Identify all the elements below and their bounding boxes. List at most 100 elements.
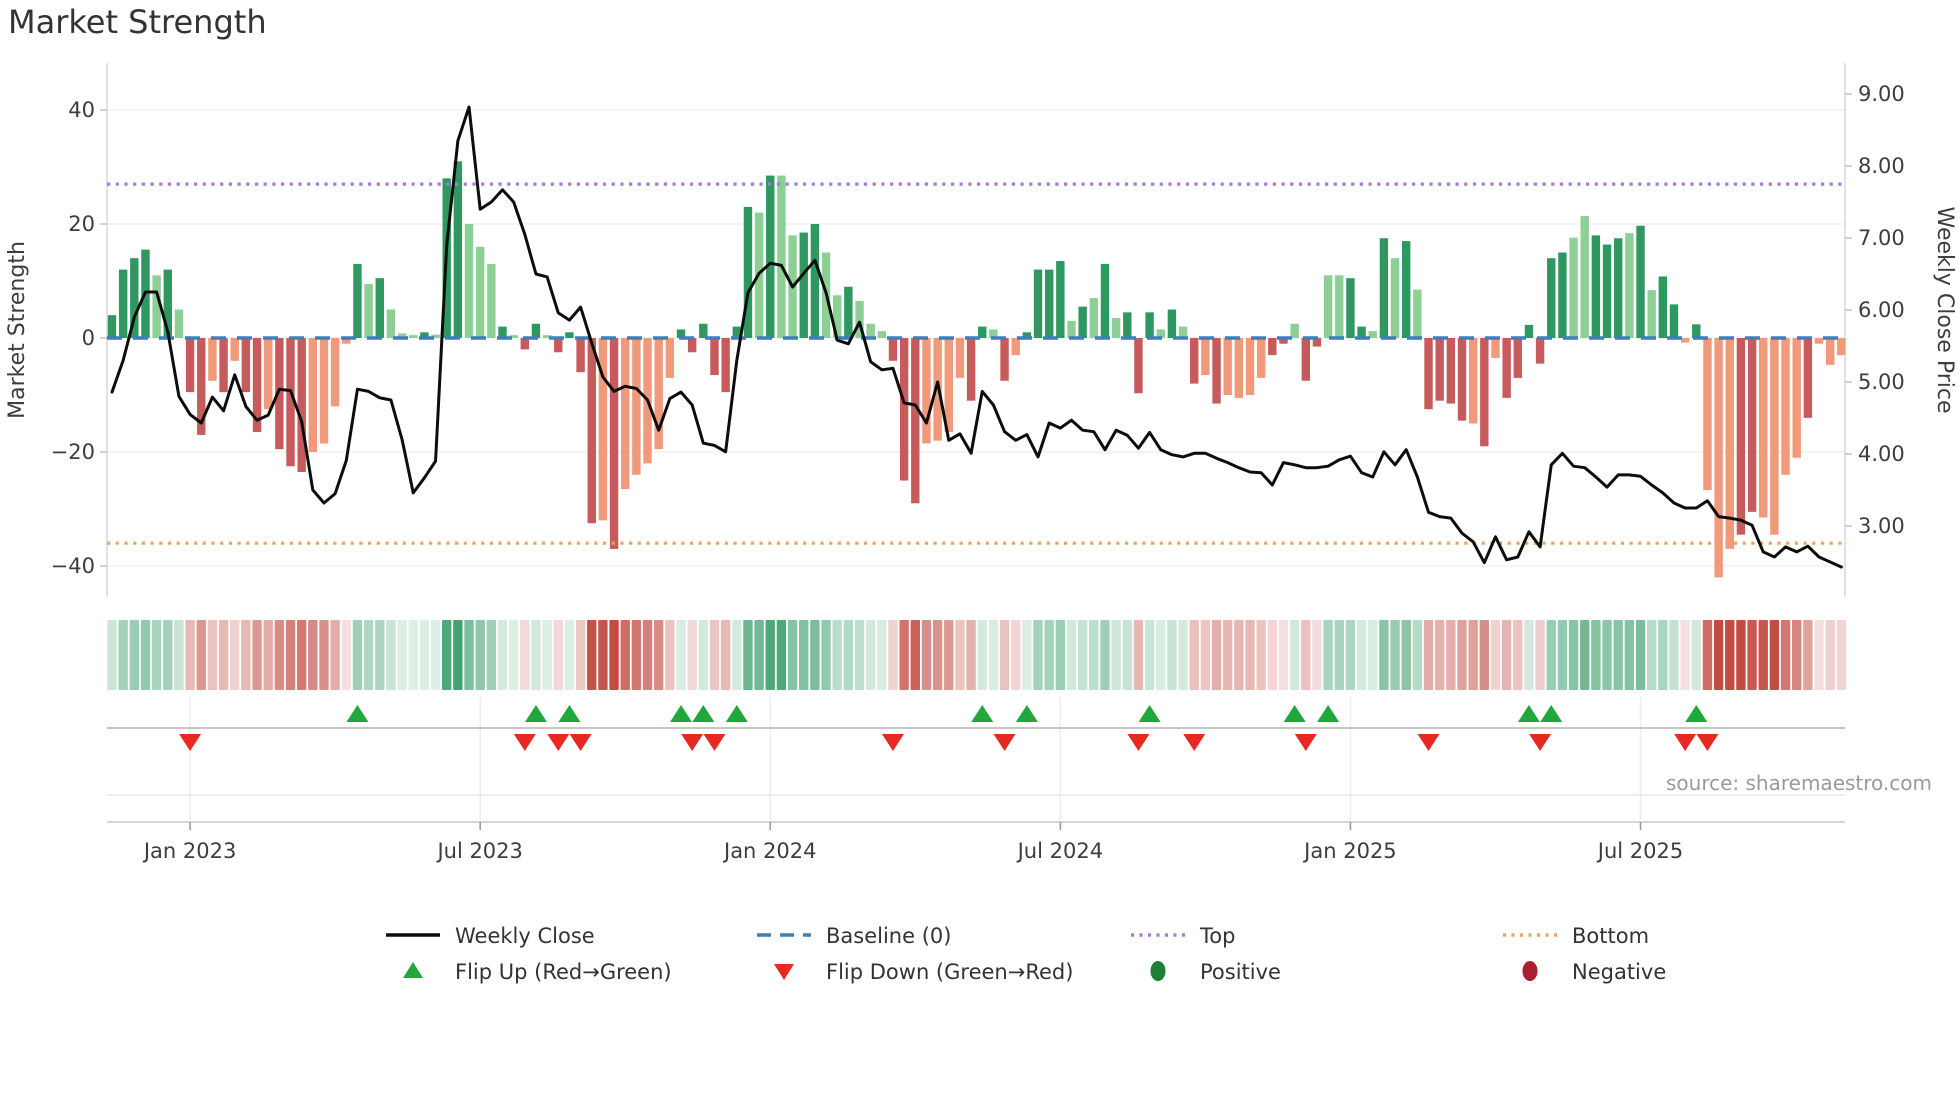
strength-bar bbox=[799, 232, 808, 338]
heatmap-cell bbox=[1434, 620, 1445, 690]
strength-bar bbox=[1011, 338, 1020, 356]
heatmap-cell bbox=[1792, 620, 1802, 690]
heatmap-cell bbox=[1557, 620, 1568, 690]
heatmap-cell bbox=[676, 620, 686, 690]
heatmap-cell bbox=[587, 620, 597, 690]
strength-bar bbox=[1680, 338, 1690, 343]
heatmap-cell bbox=[787, 620, 798, 690]
strength-bar bbox=[498, 326, 507, 338]
heatmap-cell bbox=[1490, 620, 1501, 690]
strength-bar bbox=[1613, 238, 1623, 338]
price-tick-label: 6.00 bbox=[1858, 298, 1905, 322]
heatmap-cell bbox=[642, 620, 653, 690]
strength-bar bbox=[464, 224, 474, 338]
strength-bar bbox=[1123, 312, 1132, 338]
heatmap-cell bbox=[877, 620, 887, 690]
strength-bar bbox=[353, 263, 362, 338]
strength-bar bbox=[531, 323, 541, 338]
strength-bar bbox=[966, 338, 976, 401]
heatmap-cell bbox=[1223, 620, 1233, 690]
legend-item-label: Flip Down (Green→Red) bbox=[826, 960, 1073, 984]
heatmap-cell bbox=[1635, 620, 1646, 690]
y-axis-tick-label: −20 bbox=[51, 440, 95, 464]
heatmap-cell bbox=[1144, 620, 1155, 690]
strength-bar bbox=[1502, 338, 1511, 398]
heatmap-cell bbox=[910, 620, 921, 690]
x-axis-tick-label: Jul 2023 bbox=[435, 839, 522, 863]
heatmap-cell bbox=[1591, 620, 1601, 690]
strength-bar bbox=[1770, 338, 1779, 535]
heatmap-cell bbox=[799, 620, 809, 690]
strength-bar bbox=[1513, 338, 1522, 378]
heatmap-cell bbox=[241, 620, 251, 690]
strength-bar bbox=[1558, 252, 1567, 338]
strength-bar bbox=[1111, 318, 1121, 338]
strength-bar bbox=[1446, 338, 1456, 404]
legend-item-label: Top bbox=[1199, 924, 1235, 948]
strength-bar bbox=[1535, 338, 1545, 364]
heatmap-cell bbox=[1066, 620, 1077, 690]
heatmap-cell bbox=[1055, 620, 1066, 690]
heatmap-cell bbox=[1211, 620, 1222, 690]
heatmap-cell bbox=[1568, 620, 1579, 690]
strength-bar bbox=[1067, 320, 1076, 338]
heatmap-cell bbox=[263, 620, 273, 690]
heatmap-cell bbox=[1178, 620, 1188, 690]
strength-bar bbox=[1089, 298, 1099, 338]
heatmap-cell bbox=[1613, 620, 1623, 690]
x-axis-tick-label: Jul 2024 bbox=[1016, 839, 1103, 863]
heatmap-cell bbox=[497, 620, 508, 690]
strength-bar bbox=[1569, 237, 1578, 338]
strength-bar bbox=[1814, 338, 1824, 344]
left-axis-label: Market Strength bbox=[5, 241, 30, 419]
strength-bar bbox=[1245, 338, 1255, 395]
x-axis-tick-label: Jan 2025 bbox=[1302, 839, 1397, 863]
heatmap-cell bbox=[1234, 620, 1244, 690]
price-tick-label: 7.00 bbox=[1858, 226, 1905, 250]
heatmap-cell bbox=[1312, 620, 1322, 690]
heatmap-cell bbox=[1200, 620, 1211, 690]
heatmap-cell bbox=[296, 620, 307, 690]
heatmap-cell bbox=[1602, 620, 1612, 690]
heatmap-cell bbox=[129, 620, 140, 690]
strength-bar bbox=[319, 338, 329, 444]
strength-bar bbox=[1480, 338, 1489, 447]
strength-bar bbox=[1190, 338, 1199, 384]
market-strength-figure: 40 20 0 −20 −40 9.00 8.00 7.00 6.00 5.00 4.00 3.00 J… bbox=[0, 0, 1960, 1102]
strength-bar bbox=[1100, 263, 1110, 338]
strength-bar bbox=[1178, 326, 1188, 338]
strength-bar bbox=[1223, 338, 1232, 395]
heatmap-cell bbox=[1278, 620, 1289, 690]
heatmap-cell bbox=[810, 620, 820, 690]
strength-bar bbox=[1167, 309, 1177, 338]
strength-bar bbox=[665, 338, 675, 378]
strength-bar bbox=[487, 263, 496, 338]
strength-bar bbox=[107, 315, 117, 338]
heatmap-cell bbox=[687, 620, 697, 690]
heatmap-cell bbox=[408, 620, 418, 690]
heatmap-cell bbox=[163, 620, 173, 690]
strength-bar bbox=[1435, 338, 1444, 401]
heatmap-cell bbox=[1780, 620, 1791, 690]
page-title: Market Strength bbox=[8, 3, 267, 41]
x-axis-tick-label: Jan 2023 bbox=[142, 839, 237, 863]
heatmap-cell bbox=[631, 620, 642, 690]
heatmap-cell bbox=[932, 620, 943, 690]
heatmap-cell bbox=[1624, 620, 1635, 690]
strength-bar bbox=[1290, 323, 1299, 338]
heatmap-cell bbox=[1646, 620, 1657, 690]
heatmap-cell bbox=[1089, 620, 1099, 690]
heatmap-cell bbox=[486, 620, 497, 690]
strength-bar bbox=[554, 338, 563, 353]
strength-bar bbox=[1792, 338, 1801, 458]
heatmap-cell bbox=[1669, 620, 1679, 690]
heatmap-cell bbox=[1814, 620, 1824, 690]
heatmap-cell bbox=[1524, 620, 1534, 690]
strength-bar bbox=[1524, 324, 1534, 338]
strength-bar bbox=[899, 338, 909, 481]
heatmap-cell bbox=[386, 620, 396, 690]
heatmap-cell bbox=[575, 620, 586, 690]
strength-bar bbox=[1335, 275, 1344, 338]
strength-bar bbox=[810, 224, 820, 338]
strength-bar bbox=[308, 338, 318, 452]
